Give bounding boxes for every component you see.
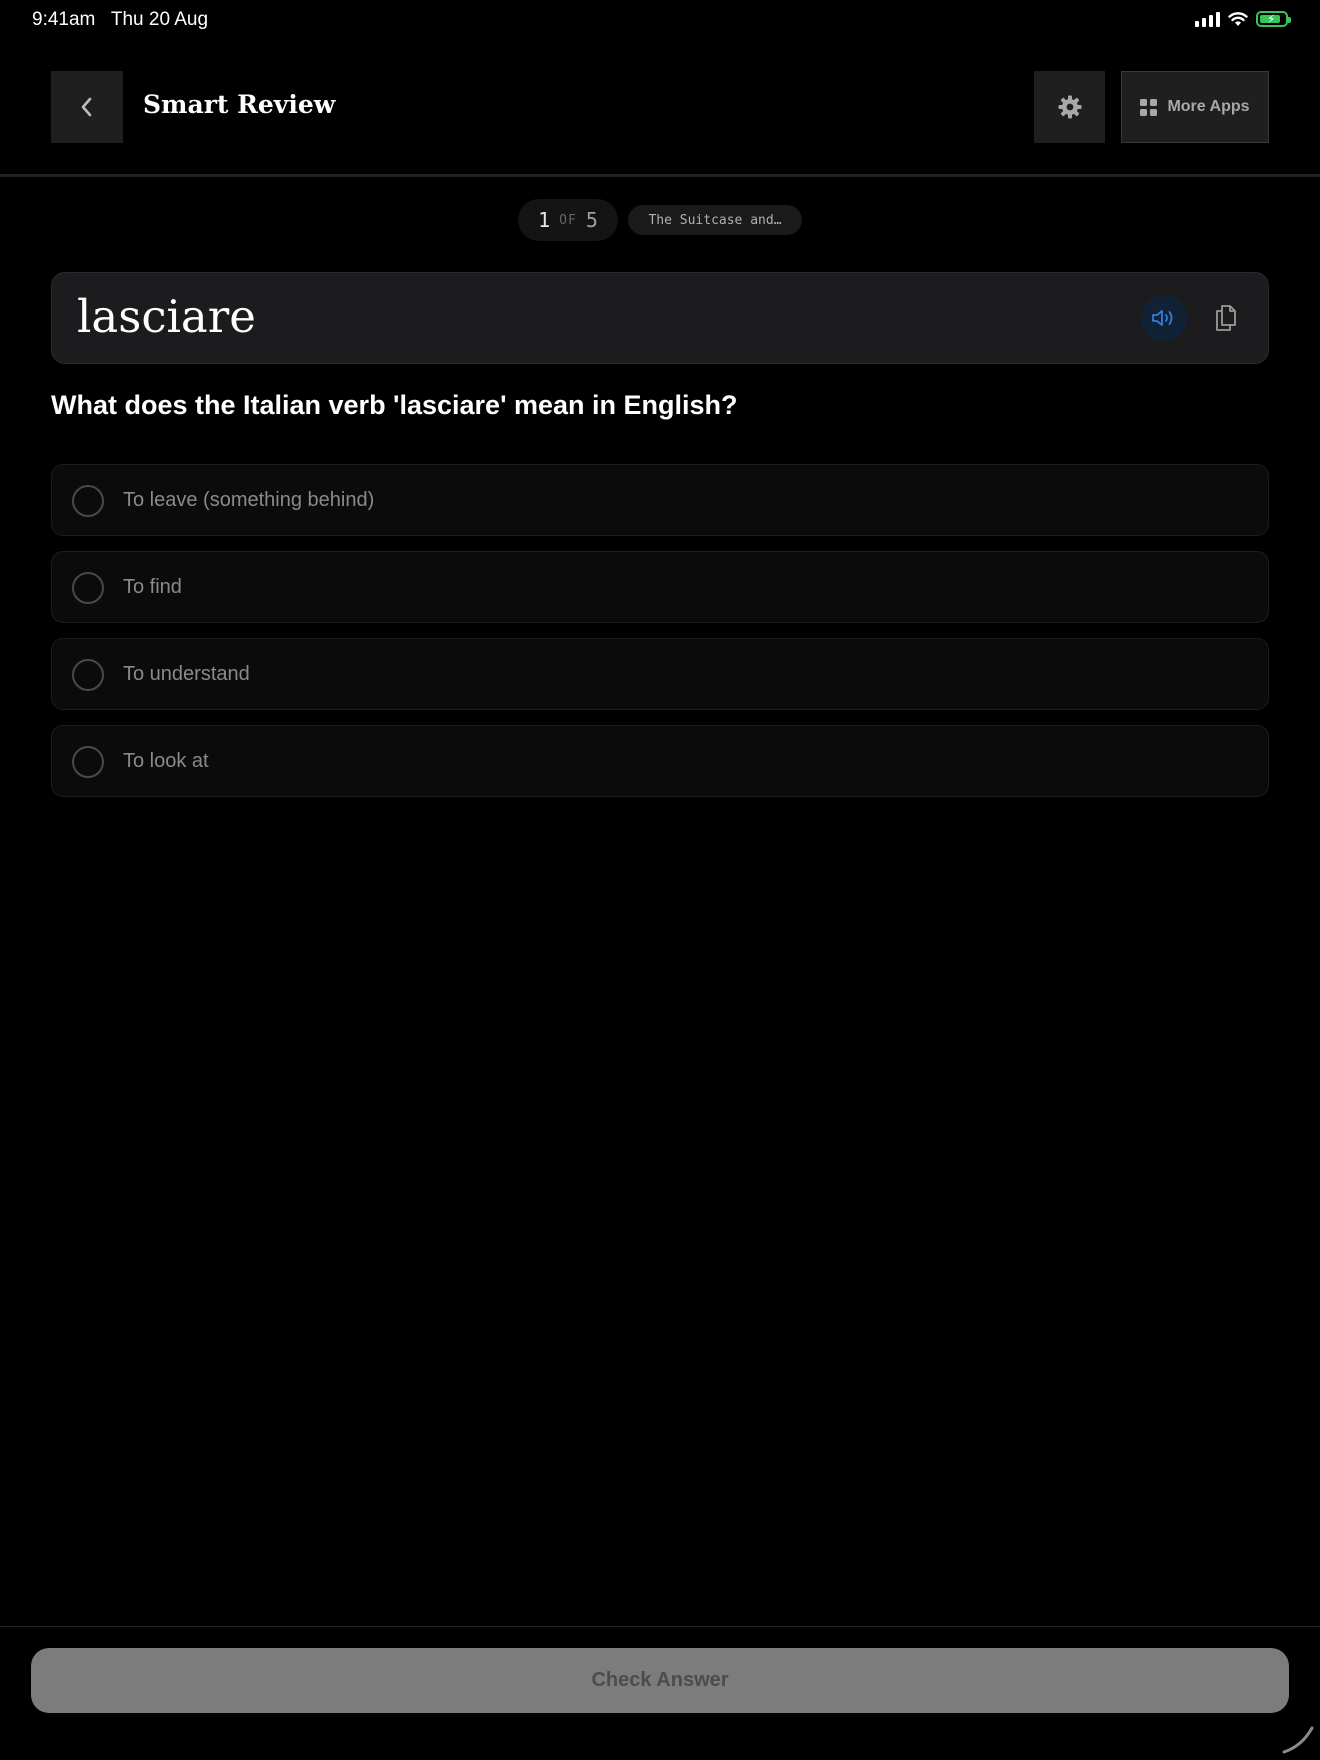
progress-total: 5 xyxy=(585,208,598,232)
chevron-left-icon xyxy=(81,97,92,117)
answer-option-4[interactable]: To look at xyxy=(51,725,1269,797)
progress-indicator: 1 OF 5 xyxy=(518,199,618,241)
radio-button[interactable] xyxy=(72,746,104,778)
radio-button[interactable] xyxy=(72,485,104,517)
word-card: lasciare xyxy=(51,272,1269,364)
settings-button[interactable] xyxy=(1034,71,1105,143)
progress-current: 1 xyxy=(538,208,551,232)
gear-icon xyxy=(1058,95,1081,119)
copy-icon xyxy=(1216,305,1236,331)
radio-button[interactable] xyxy=(72,572,104,604)
back-button[interactable] xyxy=(51,71,123,143)
speak-button[interactable] xyxy=(1141,295,1187,341)
more-apps-label: More Apps xyxy=(1167,98,1250,115)
answer-option-1[interactable]: To leave (something behind) xyxy=(51,464,1269,536)
vocab-word: lasciare xyxy=(77,290,256,343)
answer-option-3[interactable]: To understand xyxy=(51,638,1269,710)
answer-option-label: To leave (something behind) xyxy=(123,489,375,511)
check-answer-label: Check Answer xyxy=(591,1669,729,1691)
answer-option-label: To understand xyxy=(123,663,250,685)
progress-of-label: OF xyxy=(559,212,577,228)
header-divider xyxy=(0,174,1320,177)
check-answer-button[interactable]: Check Answer xyxy=(31,1648,1289,1713)
footer-divider xyxy=(0,1626,1320,1627)
lesson-chip: The Suitcase and… xyxy=(628,205,802,235)
answer-option-2[interactable]: To find xyxy=(51,551,1269,623)
resize-handle-icon xyxy=(1282,1726,1314,1754)
more-apps-button[interactable]: More Apps xyxy=(1121,71,1269,143)
page-title: Smart Review xyxy=(143,90,336,119)
question-text: What does the Italian verb 'lasciare' me… xyxy=(51,390,738,420)
answer-option-label: To look at xyxy=(123,750,209,772)
copy-button[interactable] xyxy=(1203,295,1249,341)
radio-button[interactable] xyxy=(72,659,104,691)
grid-icon xyxy=(1140,98,1158,116)
speaker-icon xyxy=(1152,310,1173,326)
answer-option-label: To find xyxy=(123,576,182,598)
smart-review-screen: 9:41am Thu 20 Aug ⚡ Smart Review More Ap… xyxy=(0,0,1320,1760)
header: Smart Review More Apps xyxy=(0,0,1320,176)
